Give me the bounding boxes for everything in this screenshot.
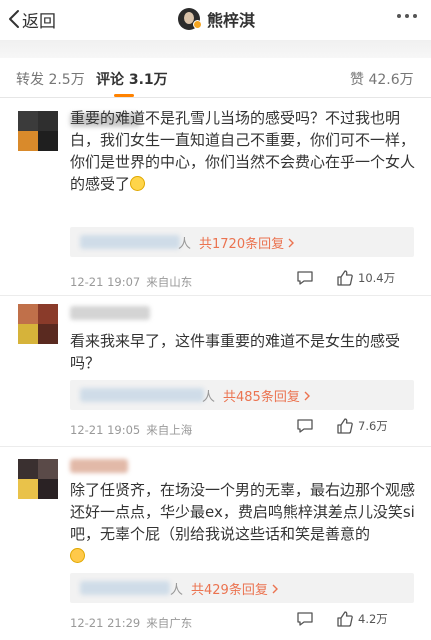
- timestamp: 12-21 21:29: [70, 616, 141, 630]
- comment-text: 重要的难道不是孔雪儿当场的感受吗？不过我也明白，我们女生一直知道自己不重要，你们…: [70, 109, 416, 193]
- reply-icon[interactable]: [296, 269, 314, 287]
- username-blurred[interactable]: [70, 306, 150, 320]
- like-count: 4.2万: [358, 612, 388, 626]
- sweat-emoji-icon: [70, 548, 85, 563]
- back-button[interactable]: 返回: [8, 8, 56, 32]
- comment-text: 看来我来早了，这件事重要的难道不是女生的感受吗？: [70, 332, 401, 372]
- comment-actions: 10.4万: [296, 269, 395, 287]
- tab-bar: 转发 2.5万 评论 3.1万 赞 42.6万: [0, 58, 431, 98]
- laugh-emoji-icon: [130, 176, 146, 191]
- more-icon[interactable]: [397, 14, 417, 18]
- chevron-right-icon: [288, 238, 295, 247]
- avatar[interactable]: [18, 304, 58, 344]
- replies-box[interactable]: 人 共429条回复: [70, 573, 414, 603]
- thumbs-up-icon[interactable]: [336, 269, 354, 287]
- comment-item: 看来我来早了，这件事重要的难道不是女生的感受吗？ 人 共485条回复 12-21…: [0, 296, 431, 446]
- avatar[interactable]: [18, 459, 58, 499]
- tab-likes[interactable]: 赞 42.6万: [350, 69, 414, 89]
- timestamp: 12-21 19:07: [70, 275, 141, 289]
- view-replies-link[interactable]: 人 共485条回复: [202, 386, 310, 405]
- title-block[interactable]: 熊梓淇: [178, 7, 255, 31]
- chevron-right-icon: [272, 584, 278, 593]
- chevron-left-icon: [9, 10, 19, 28]
- comment-meta: 12-21 19:05 来自上海: [70, 422, 192, 438]
- timestamp: 12-21 19:05: [70, 423, 141, 437]
- comment-actions: 7.6万: [296, 417, 388, 435]
- top-bar: 返回 熊梓淇: [0, 0, 431, 40]
- location: 来自山东: [146, 275, 193, 289]
- replies-box[interactable]: 人 共485条回复: [70, 380, 414, 410]
- username-blurred[interactable]: [70, 459, 128, 473]
- reply-icon[interactable]: [296, 417, 314, 435]
- comment-actions: 4.2万: [296, 610, 388, 628]
- thumbs-up-icon[interactable]: [336, 610, 354, 628]
- view-replies-link[interactable]: 人 共429条回复: [170, 579, 278, 598]
- back-label: 返回: [22, 11, 56, 32]
- chevron-right-icon: [304, 391, 310, 400]
- active-tab-indicator: [114, 94, 134, 97]
- location: 来自上海: [146, 423, 193, 437]
- comment-meta: 12-21 21:29 来自广东: [70, 615, 192, 631]
- reply-icon[interactable]: [296, 610, 314, 628]
- tab-comments[interactable]: 评论 3.1万: [96, 69, 168, 89]
- like-count: 10.4万: [358, 271, 396, 285]
- comment-meta: 12-21 19:07 来自山东: [70, 274, 192, 290]
- replies-box[interactable]: 人 共1720条回复: [70, 227, 414, 257]
- page-title: 熊梓淇: [207, 11, 256, 30]
- verified-badge-icon: [193, 20, 202, 29]
- thumbs-up-icon[interactable]: [336, 417, 354, 435]
- tab-reposts[interactable]: 转发 2.5万: [16, 69, 85, 89]
- post-preview-strip: [0, 40, 431, 58]
- comment-item: 重要的难道不是孔雪儿当场的感受吗？不过我也明白，我们女生一直知道自己不重要，你们…: [0, 99, 431, 295]
- avatar[interactable]: [18, 111, 58, 151]
- comment-text: 除了任贤齐，在场没一个男的无辜，最右边那个观感还好一点点，华少最ex，费启鸣熊梓…: [70, 479, 415, 567]
- view-replies-link[interactable]: 人 共1720条回复: [178, 233, 295, 252]
- like-count: 7.6万: [358, 419, 388, 433]
- comment-item: 除了任贤齐，在场没一个男的无辜，最右边那个观感还好一点点，华少最ex，费启鸣熊梓…: [0, 447, 431, 640]
- location: 来自广东: [146, 616, 193, 630]
